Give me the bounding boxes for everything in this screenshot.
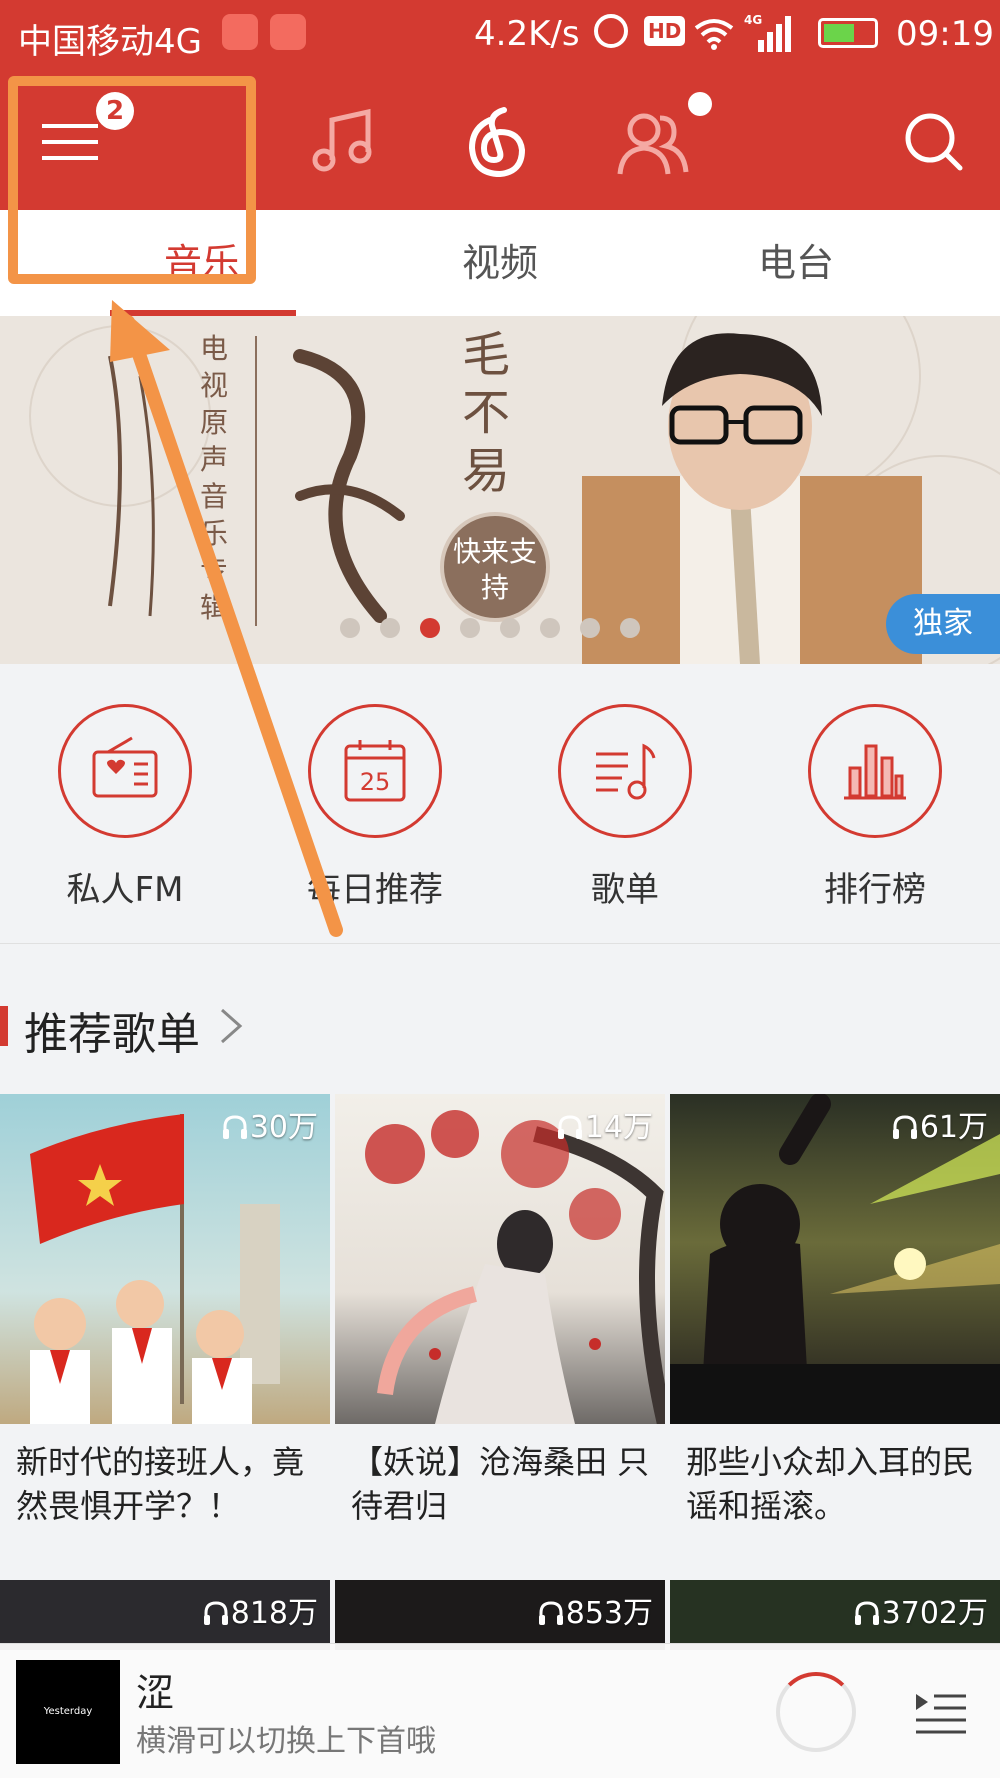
inbox-notification-icon — [270, 14, 306, 50]
battery-icon — [818, 18, 878, 48]
play-count-value: 30万 — [249, 1110, 318, 1145]
playlist-circle — [558, 704, 692, 838]
play-count-value: 3702万 — [881, 1596, 988, 1631]
now-playing-cover: Yesterday — [16, 1660, 120, 1764]
status-bar: 中国移动4G 4.2K/s HD 4G 09:19 — [0, 0, 1000, 70]
banner-support-button[interactable]: 快来支持 — [440, 512, 550, 622]
rankings-label: 排行榜 — [824, 870, 926, 910]
daily-recommend-circle: 25 — [308, 704, 442, 838]
pager-dot[interactable] — [540, 618, 560, 638]
now-playing-title: 涩 — [136, 1671, 175, 1715]
alarm-icon — [594, 14, 628, 48]
annotation-highlight-box — [8, 76, 256, 284]
headphones-icon — [222, 1115, 247, 1139]
section-marker — [0, 1006, 8, 1046]
private-fm-circle — [58, 704, 192, 838]
friends-icon[interactable] — [614, 102, 694, 182]
playlist-title: 那些小众却入耳的民谣和摇滚。 — [686, 1443, 975, 1525]
daily-recommend-entry[interactable]: 25 每日推荐 — [250, 704, 500, 924]
playlist-cover: 853万 — [335, 1580, 665, 1650]
netease-logo-icon[interactable] — [460, 102, 540, 182]
clock: 09:19 — [896, 14, 994, 54]
headphones-icon — [892, 1115, 917, 1139]
headphones-icon — [203, 1601, 228, 1625]
playlist-icon — [596, 743, 656, 800]
recommended-playlists-header[interactable]: 推荐歌单 — [0, 990, 1000, 1060]
queue-icon[interactable] — [910, 1682, 970, 1742]
headphones-icon — [854, 1601, 879, 1625]
play-count-value: 818万 — [230, 1596, 318, 1631]
play-count-value: 14万 — [584, 1110, 653, 1145]
pager-dot[interactable] — [580, 618, 600, 638]
pager-dot[interactable] — [500, 618, 520, 638]
headphones-icon — [538, 1601, 563, 1625]
play-count: 818万 — [203, 1588, 318, 1632]
banner-title: 毛不易 — [462, 327, 511, 499]
headphones-icon — [557, 1115, 582, 1139]
banner-side-text: 电视原声音乐专辑 — [200, 332, 229, 624]
play-pause-button[interactable] — [776, 1672, 856, 1752]
chevron-right-icon — [221, 1008, 243, 1044]
carrier-label: 中国移动4G — [18, 22, 202, 62]
pager-dot[interactable] — [380, 618, 400, 638]
play-count-value: 61万 — [919, 1110, 988, 1145]
playlist-cover: 14万 — [335, 1094, 665, 1424]
private-fm-entry[interactable]: 私人FM — [0, 704, 250, 924]
playlist-title: 新时代的接班人，竟然畏惧开学？！ — [16, 1443, 305, 1525]
calendar-icon: 25 — [344, 740, 406, 802]
tab-radio[interactable]: 电台 — [646, 210, 946, 316]
music-icon[interactable] — [304, 102, 384, 182]
section-title: 推荐歌单 — [24, 1009, 200, 1060]
tab-video[interactable]: 视频 — [350, 210, 650, 316]
play-count: 14万 — [557, 1102, 653, 1146]
private-fm-label: 私人FM — [66, 870, 184, 910]
calendar-date: 25 — [360, 768, 391, 796]
mini-player[interactable]: Yesterday 涩 横滑可以切换上下首哦 — [0, 1643, 1000, 1778]
radio-icon — [92, 736, 158, 798]
search-icon[interactable] — [894, 102, 974, 182]
quick-entries: 私人FM 25 每日推荐 歌单 排行榜 — [0, 664, 1000, 944]
rankings-entry[interactable]: 排行榜 — [750, 704, 1000, 924]
daily-recommend-label: 每日推荐 — [307, 870, 443, 910]
playlist-cover: 3702万 — [670, 1580, 1000, 1650]
netease-notification-icon — [222, 14, 258, 50]
hd-badge: HD — [644, 16, 686, 46]
play-count: 3702万 — [854, 1588, 988, 1632]
play-count: 30万 — [222, 1102, 318, 1146]
friends-notification-dot — [688, 92, 712, 116]
chart-icon — [844, 744, 906, 800]
banner-pager — [340, 618, 660, 640]
exclusive-tag: 独家 — [886, 594, 1000, 654]
play-count-value: 853万 — [565, 1596, 653, 1631]
signal-icon: 4G — [744, 13, 791, 52]
network-type: 4G — [744, 13, 762, 27]
network-speed: 4.2K/s — [474, 14, 580, 54]
play-count: 853万 — [538, 1588, 653, 1632]
playlist-cover: 30万 — [0, 1094, 330, 1424]
pager-dot[interactable] — [620, 618, 640, 638]
playlist-cover: 61万 — [670, 1094, 1000, 1424]
rankings-circle — [808, 704, 942, 838]
pager-dot[interactable] — [420, 618, 440, 638]
pager-dot[interactable] — [340, 618, 360, 638]
playlist-entry[interactable]: 歌单 — [500, 704, 750, 924]
banner[interactable]: 电视原声音乐专辑 毛不易 快来支持 独家 — [0, 316, 1000, 664]
playlist-label: 歌单 — [591, 870, 659, 910]
pager-dot[interactable] — [460, 618, 480, 638]
play-count: 61万 — [892, 1102, 988, 1146]
swipe-hint: 横滑可以切换上下首哦 — [136, 1724, 436, 1759]
playlist-title: 【妖说】沧海桑田 只待君归 — [351, 1443, 650, 1525]
wifi-icon — [694, 19, 734, 50]
playlist-cover: 818万 — [0, 1580, 330, 1650]
